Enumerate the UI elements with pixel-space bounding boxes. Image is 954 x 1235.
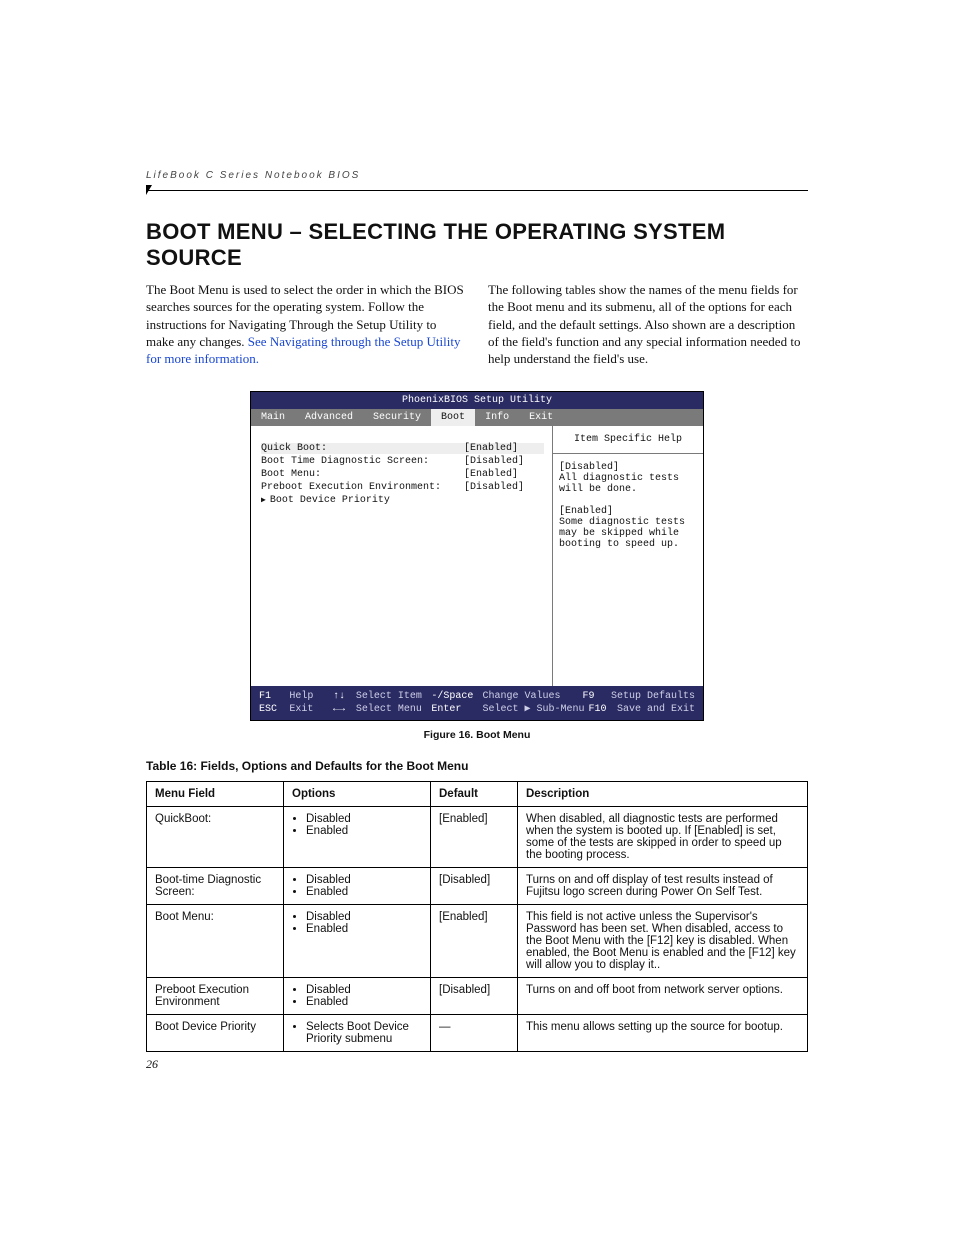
bios-footer: F1 Help ↑↓ Select Item -/Space Change Va… — [251, 686, 703, 720]
bios-menu-bar: Main Advanced Security Boot Info Exit — [251, 409, 703, 426]
bios-help-title: Item Specific Help — [553, 426, 703, 454]
table-caption: Table 16: Fields, Options and Defaults f… — [146, 759, 808, 773]
bios-menu-boot: Boot — [431, 409, 475, 426]
th-menu-field: Menu Field — [147, 782, 284, 807]
table-row: Boot Menu:DisabledEnabled[Enabled]This f… — [147, 905, 808, 978]
page-content: LifeBook C Series Notebook BIOS BOOT MEN… — [146, 170, 808, 1052]
bios-screenshot: PhoenixBIOS Setup Utility Main Advanced … — [250, 391, 704, 721]
bios-row-bootmenu: Boot Menu:[Enabled] — [261, 468, 544, 481]
options-table: Menu Field Options Default Description Q… — [146, 781, 808, 1052]
bios-menu-advanced: Advanced — [295, 409, 363, 426]
bios-row-pxe: Preboot Execution Environment:[Disabled] — [261, 481, 544, 494]
th-default: Default — [431, 782, 518, 807]
table-row: Boot-time Diagnostic Screen:DisabledEnab… — [147, 868, 808, 905]
header-rule — [146, 185, 808, 197]
table-row: Preboot Execution EnvironmentDisabledEna… — [147, 978, 808, 1015]
bios-main-panel: Quick Boot:[Enabled] Boot Time Diagnosti… — [251, 426, 552, 686]
page-number: 26 — [146, 1057, 158, 1072]
th-options: Options — [284, 782, 431, 807]
th-description: Description — [518, 782, 808, 807]
bios-row-diag: Boot Time Diagnostic Screen:[Disabled] — [261, 455, 544, 468]
bios-title-bar: PhoenixBIOS Setup Utility — [251, 392, 703, 409]
intro-columns: The Boot Menu is used to select the orde… — [146, 281, 808, 367]
table-row: QuickBoot:DisabledEnabled[Enabled]When d… — [147, 807, 808, 868]
bios-row-quickboot: Quick Boot:[Enabled] — [261, 442, 544, 455]
running-header: LifeBook C Series Notebook BIOS — [146, 170, 808, 181]
bios-menu-exit: Exit — [519, 409, 563, 426]
bios-menu-security: Security — [363, 409, 431, 426]
bios-menu-main: Main — [251, 409, 295, 426]
intro-left: The Boot Menu is used to select the orde… — [146, 281, 466, 367]
bios-help-panel: Item Specific Help [Disabled] All diagno… — [552, 426, 703, 686]
intro-right: The following tables show the names of t… — [488, 281, 808, 367]
table-row: Boot Device PrioritySelects Boot Device … — [147, 1015, 808, 1052]
bios-menu-info: Info — [475, 409, 519, 426]
bios-row-priority: Boot Device Priority — [261, 494, 544, 507]
figure-caption: Figure 16. Boot Menu — [146, 729, 808, 741]
page-title: BOOT MENU – SELECTING THE OPERATING SYST… — [146, 219, 808, 271]
table-head-row: Menu Field Options Default Description — [147, 782, 808, 807]
bios-help-body: [Disabled] All diagnostic tests will be … — [553, 454, 703, 686]
